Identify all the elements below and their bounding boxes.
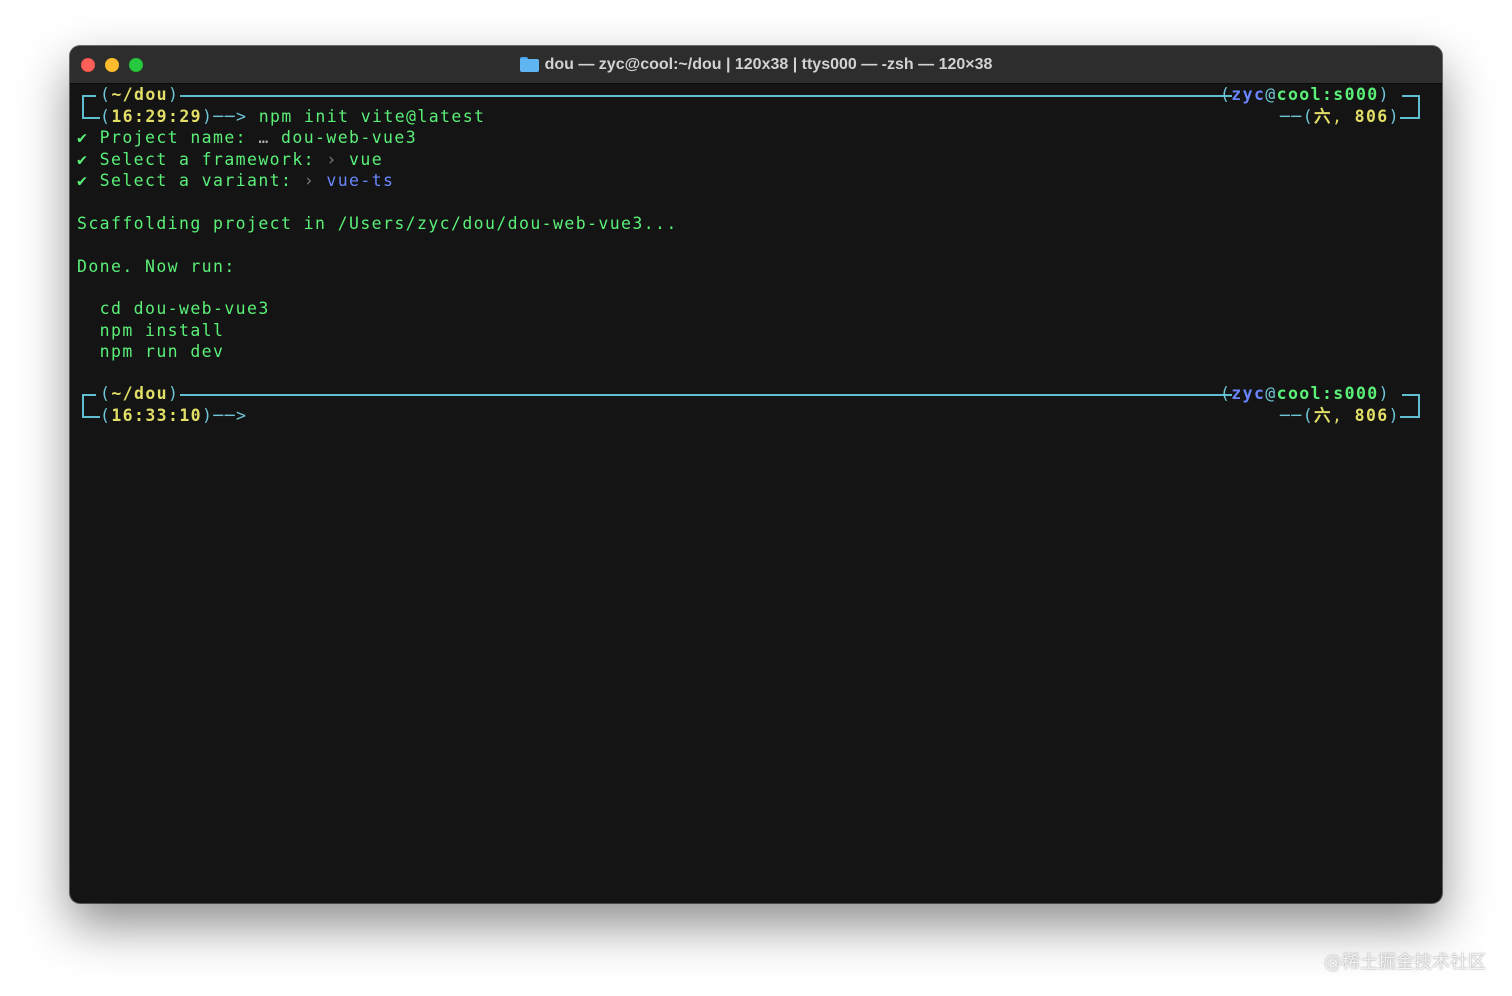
prompt-day: 六 (1314, 107, 1332, 126)
prompt2-date: ──(六, 806) (1280, 406, 1400, 425)
output-done: Done. Now run: (77, 257, 236, 276)
prompt-time: 16:29:29 (111, 107, 203, 126)
output-cmd-dev: npm run dev (77, 342, 225, 361)
prompt-date: ──(六, 806) (1280, 107, 1400, 126)
prompt2-dir: ~/dou (111, 384, 169, 403)
terminal-content[interactable]: (~/dou) (zyc@cool:s000) (16:29:29)──> np… (70, 84, 1442, 903)
prompt2-rule (180, 394, 1232, 396)
terminal-window: dou — zyc@cool:~/dou | 120x38 | ttys000 … (70, 46, 1442, 903)
prompt2-time: 16:33:10 (111, 406, 203, 425)
prompt2-dir-line: (~/dou) (100, 384, 180, 403)
title-bar[interactable]: dou — zyc@cool:~/dou | 120x38 | ttys000 … (70, 46, 1442, 84)
output-project-name: ✔ Project name: … dou-web-vue3 (77, 128, 418, 147)
window-title-text: dou — zyc@cool:~/dou | 120x38 | ttys000 … (544, 55, 993, 73)
prompt2-time-line: (16:33:10)──> (100, 406, 248, 425)
prompt-time-line: (16:29:29)──> npm init vite@latest (100, 107, 486, 126)
window-title: dou — zyc@cool:~/dou | 120x38 | ttys000 … (70, 46, 1442, 83)
output-scaffolding: Scaffolding project in /Users/zyc/dou/do… (77, 214, 678, 233)
prompt-dir-line: (~/dou) (100, 85, 180, 104)
folder-icon (519, 57, 539, 72)
output-cmd-cd: cd dou-web-vue3 (77, 299, 270, 318)
prompt-user: zyc (1231, 85, 1266, 104)
command-text: npm init vite@latest (247, 107, 486, 126)
prompt-user-host: (zyc@cool:s000) (1219, 85, 1390, 104)
prompt2-user-host: (zyc@cool:s000) (1219, 384, 1390, 403)
output-cmd-install: npm install (77, 321, 225, 340)
watermark: @稀土掘金技术社区 (1324, 952, 1486, 973)
prompt-rule (180, 95, 1232, 97)
prompt-num: 806 (1354, 107, 1389, 126)
prompt-host: cool:s000 (1276, 85, 1379, 104)
output-variant: ✔ Select a variant: › vue-ts (77, 171, 395, 190)
prompt-dir: ~/dou (111, 85, 169, 104)
output-framework: ✔ Select a framework: › vue (77, 150, 384, 169)
